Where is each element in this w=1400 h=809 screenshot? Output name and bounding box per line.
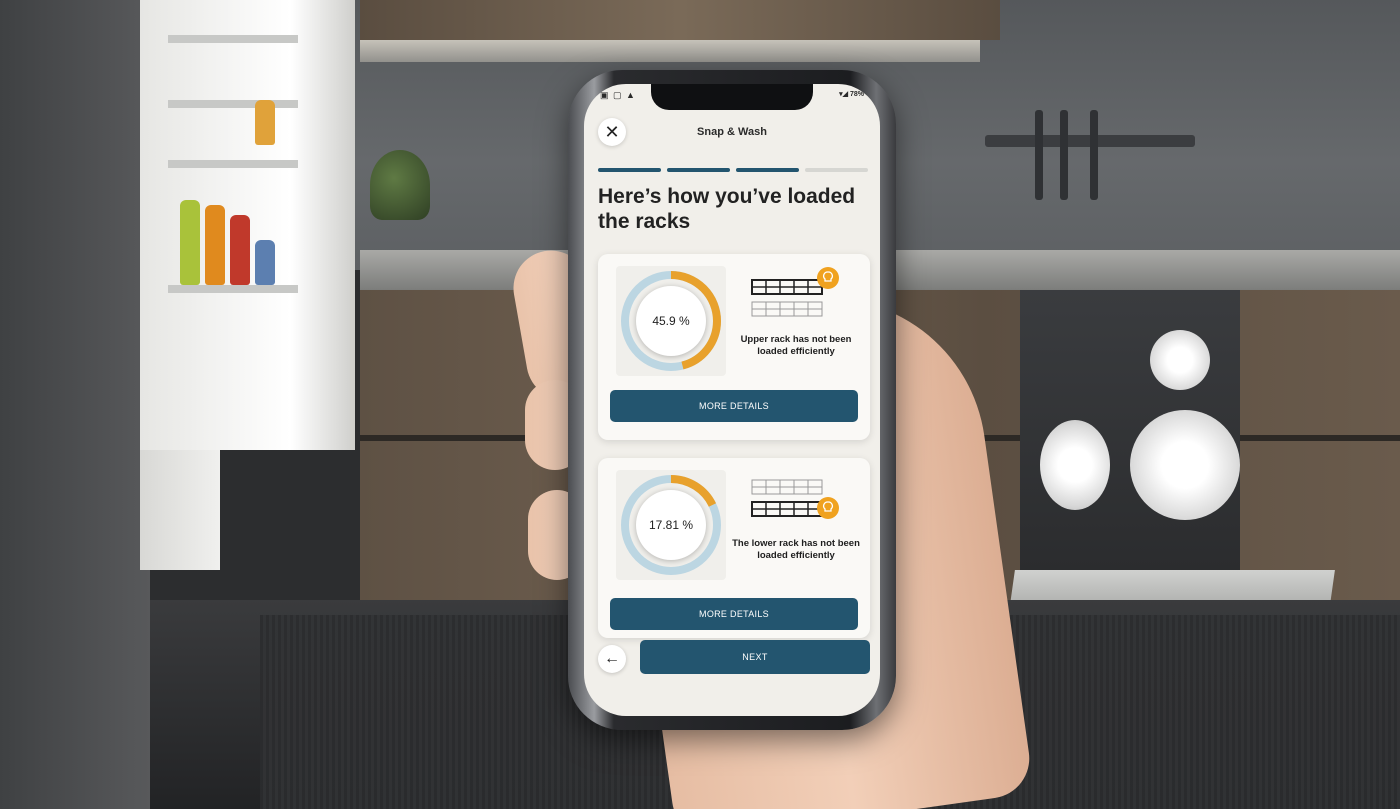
lower-rack-bulb-icon: [751, 479, 839, 519]
gauge-percent: 17.81 %: [648, 518, 694, 532]
jar: [255, 100, 275, 145]
progress-step: [667, 168, 730, 172]
lower-rack-gauge: 17.81 %: [616, 470, 726, 580]
upper-rack-gauge: 45.9 %: [616, 266, 726, 376]
door-shelf: [168, 285, 298, 293]
fridge-door-lower: [140, 450, 220, 570]
knife: [1035, 110, 1043, 200]
bottle: [255, 240, 275, 285]
bottle: [230, 215, 250, 285]
back-button[interactable]: ←: [598, 645, 626, 673]
step-progress: [598, 168, 868, 172]
status-icons-left: ▣ ▢ ▲: [600, 90, 636, 100]
progress-step: [736, 168, 799, 172]
progress-step: [805, 168, 868, 172]
plate: [1040, 420, 1110, 510]
back-arrow-icon: ←: [604, 650, 620, 667]
more-details-button[interactable]: MORE DETAILS: [610, 390, 858, 422]
upper-cabinet: [360, 0, 1000, 40]
gauge-percent: 45.9 %: [652, 314, 690, 328]
rack-status-message: Upper rack has not been loaded efficient…: [740, 334, 852, 357]
lower-rack-card: 17.81 % The lower rack has not been load…: [598, 458, 870, 638]
rack-status-message: The lower rack has not been loaded effic…: [732, 538, 860, 561]
bottle: [180, 200, 200, 285]
bottle: [205, 205, 225, 285]
next-button[interactable]: NEXT: [640, 640, 870, 674]
door-shelf: [168, 35, 298, 43]
knife: [1090, 110, 1098, 200]
plate: [1150, 330, 1210, 390]
fridge: [0, 0, 150, 809]
phone-screen: ▣ ▢ ▲ ▾◢ 78% ✕ Snap & Wash Here’s how yo…: [584, 84, 880, 716]
knife: [1060, 110, 1068, 200]
wall-shelf: [360, 40, 980, 62]
plant: [370, 150, 430, 220]
upper-rack-card: 45.9 % Upper rack has not been loaded ef…: [598, 254, 870, 440]
more-details-button[interactable]: MORE DETAILS: [610, 598, 858, 630]
phone-notch: [651, 84, 813, 110]
door-shelf: [168, 100, 298, 108]
upper-rack-bulb-icon: [751, 267, 839, 317]
progress-step: [598, 168, 661, 172]
door-shelf: [168, 160, 298, 168]
app-title: Snap & Wash: [697, 126, 767, 138]
plate: [1130, 410, 1240, 520]
status-icons-right: ▾◢ 78%: [839, 91, 864, 98]
page-title: Here’s how you’ve loaded the racks: [598, 185, 856, 233]
